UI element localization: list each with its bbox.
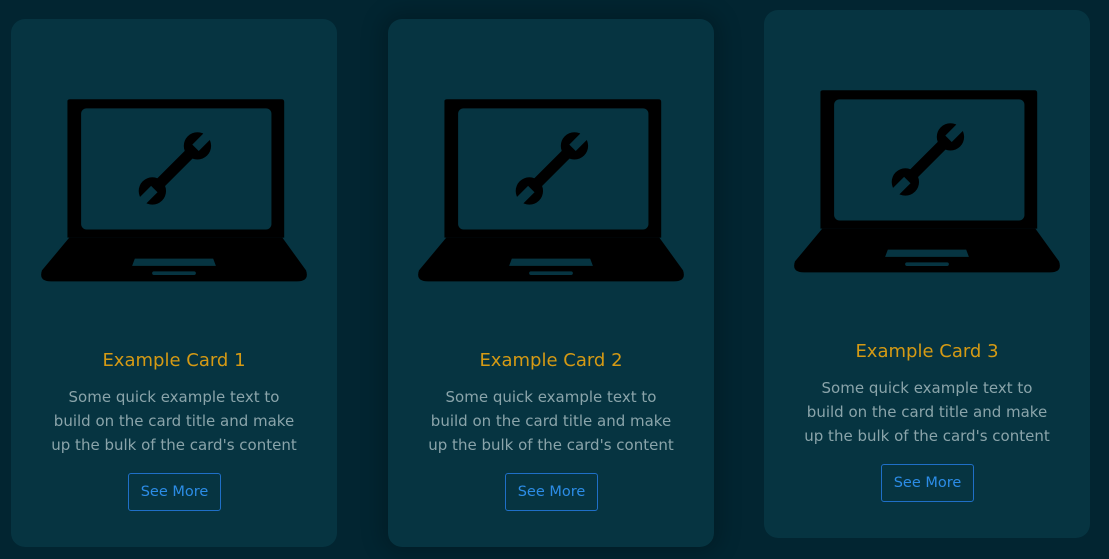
see-more-button[interactable]: See More <box>505 473 598 511</box>
see-more-button[interactable]: See More <box>881 464 974 502</box>
see-more-button[interactable]: See More <box>128 473 221 511</box>
card-3: Example Card 3 Some quick example text t… <box>764 10 1090 538</box>
card-text: Some quick example text to build on the … <box>51 388 297 454</box>
card-text: Some quick example text to build on the … <box>804 379 1050 445</box>
card-2: Example Card 2 Some quick example text t… <box>388 19 714 547</box>
card-1: Example Card 1 Some quick example text t… <box>11 19 337 547</box>
laptop-wrench-icon <box>41 99 307 282</box>
card-title: Example Card 2 <box>479 350 623 371</box>
card-title: Example Card 1 <box>102 350 246 371</box>
laptop-wrench-icon <box>794 90 1060 273</box>
laptop-wrench-icon <box>418 99 684 282</box>
card-title: Example Card 3 <box>855 341 999 362</box>
card-grid: Example Card 1 Some quick example text t… <box>0 0 1109 559</box>
card-text: Some quick example text to build on the … <box>428 388 674 454</box>
